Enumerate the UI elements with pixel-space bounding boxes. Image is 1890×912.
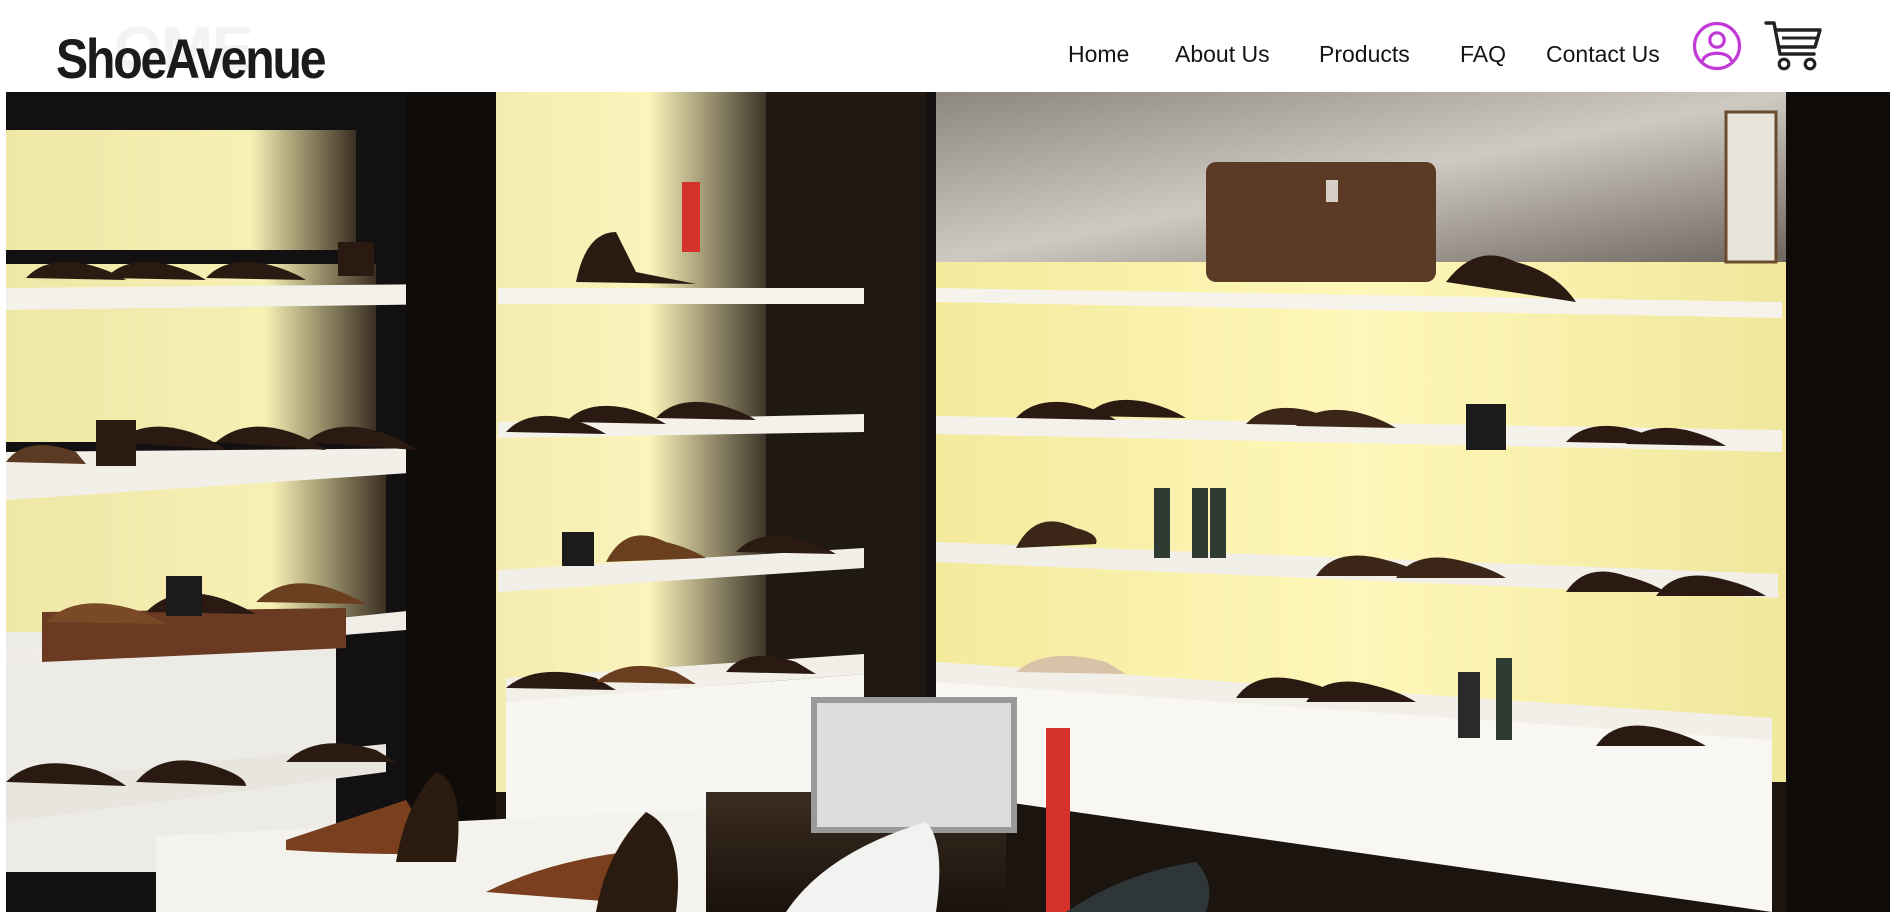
nav-about-us[interactable]: About Us [1175,41,1270,68]
nav-faq[interactable]: FAQ [1460,41,1506,68]
shoe-store-shelves-photo [6,92,1890,912]
hero-image [6,92,1890,912]
site-header: OME ShoeAvenue Home About Us Products FA… [0,0,1890,92]
logo-text[interactable]: ShoeAvenue [56,26,327,91]
nav-contact-us[interactable]: Contact Us [1546,41,1660,68]
page: OME ShoeAvenue Home About Us Products FA… [0,0,1890,912]
nav-products[interactable]: Products [1319,41,1410,68]
shopping-cart-icon[interactable] [1764,18,1824,74]
user-account-icon[interactable] [1692,21,1742,71]
nav-home[interactable]: Home [1068,41,1129,68]
